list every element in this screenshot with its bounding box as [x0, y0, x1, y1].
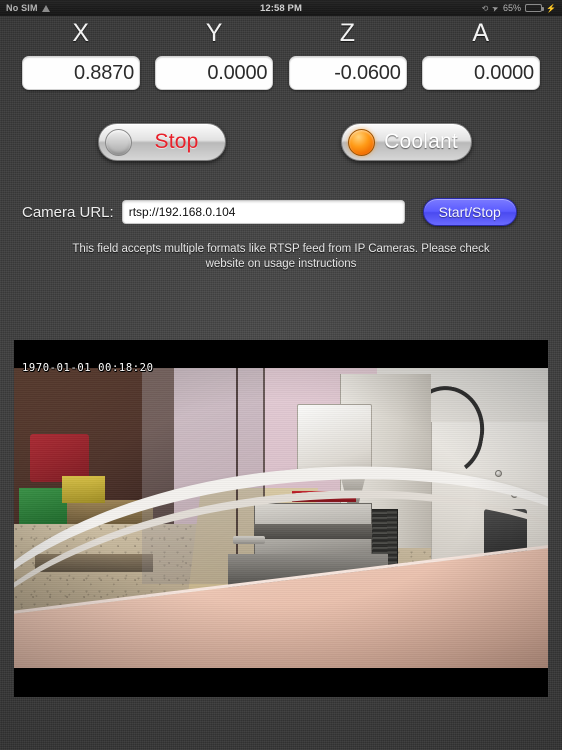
camera-url-label: Camera URL:	[22, 203, 114, 221]
scene-noise-overlay	[14, 368, 548, 668]
video-timestamp-overlay: 1970-01-01 00:18:20	[22, 362, 154, 374]
lightning-bolt-icon: ⚡	[546, 3, 556, 13]
rotation-lock-icon: ⟲	[481, 3, 489, 13]
camera-video-panel[interactable]: 1970-01-01 00:18:20	[14, 340, 548, 697]
camera-video-frame	[14, 368, 548, 668]
axis-a-value[interactable]: 0.0000	[421, 56, 540, 90]
status-bar: No SIM 12:58 PM ⟲ ➤ 65% ⚡	[0, 0, 562, 16]
status-bar-clock: 12:58 PM	[260, 2, 302, 14]
coolant-led-indicator-icon	[348, 128, 375, 156]
axis-x-value[interactable]: 0.8870	[22, 56, 140, 90]
coolant-button[interactable]: Coolant	[341, 123, 472, 161]
stop-button-label: Stop	[154, 130, 199, 153]
app-root: No SIM 12:58 PM ⟲ ➤ 65% ⚡ X 0.8870 Y 0.0…	[0, 0, 562, 750]
axis-a: A 0.0000	[421, 18, 540, 90]
camera-url-row: Camera URL: rtsp://192.168.0.104 Start/S…	[0, 197, 562, 227]
axis-y-value[interactable]: 0.0000	[155, 56, 274, 90]
axis-y-label: Y	[205, 19, 223, 47]
video-scene	[14, 368, 548, 668]
axis-z-label: Z	[339, 19, 356, 47]
axis-x: X 0.8870	[22, 18, 140, 90]
status-bar-right: ⟲ ➤ 65% ⚡	[481, 2, 556, 14]
camera-url-input[interactable]: rtsp://192.168.0.104	[121, 200, 405, 224]
stop-led-indicator-icon	[105, 128, 132, 156]
axis-x-label: X	[72, 19, 90, 47]
stop-button[interactable]: Stop	[98, 123, 226, 161]
camera-url-helper-text: This field accepts multiple formats like…	[72, 243, 490, 270]
location-arrow-icon: ➤	[490, 2, 501, 14]
battery-icon	[525, 4, 545, 12]
control-buttons: Stop Coolant	[0, 118, 562, 168]
axis-z: Z -0.0600	[288, 18, 407, 90]
axis-z-value[interactable]: -0.0600	[288, 56, 407, 90]
battery-percent-label: 65%	[503, 3, 522, 13]
axis-y: Y 0.0000	[155, 18, 274, 90]
start-stop-button[interactable]: Start/Stop	[422, 198, 517, 226]
dro-panel: X 0.8870 Y 0.0000 Z -0.0600 A 0.0000	[0, 18, 562, 90]
axis-a-label: A	[472, 19, 490, 47]
coolant-button-label: Coolant	[384, 130, 458, 153]
